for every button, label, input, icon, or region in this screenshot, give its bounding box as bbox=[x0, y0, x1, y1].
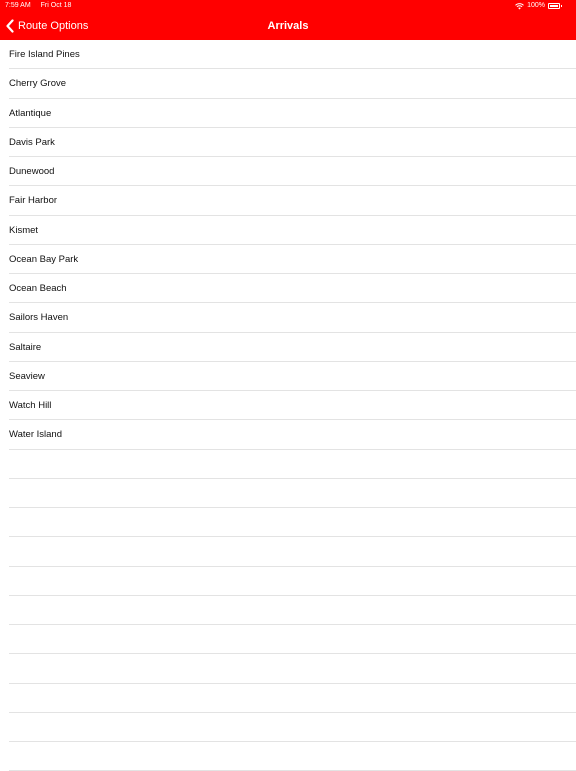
empty-row bbox=[0, 742, 576, 771]
list-item[interactable]: Ocean Bay Park bbox=[0, 245, 576, 275]
status-left: 7:59 AM Fri Oct 18 bbox=[5, 0, 79, 12]
list-item[interactable]: Ocean Beach bbox=[0, 274, 576, 304]
list-item[interactable]: Atlantique bbox=[0, 99, 576, 129]
list-item[interactable]: Saltaire bbox=[0, 333, 576, 363]
empty-row bbox=[0, 596, 576, 626]
battery-fill bbox=[550, 5, 558, 7]
list-item[interactable]: Davis Park bbox=[0, 128, 576, 158]
list-item[interactable]: Seaview bbox=[0, 362, 576, 392]
list-item[interactable]: Watch Hill bbox=[0, 391, 576, 421]
empty-row bbox=[0, 625, 576, 655]
empty-row bbox=[0, 654, 576, 684]
page-title: Arrivals bbox=[267, 20, 309, 32]
status-bar: 7:59 AM Fri Oct 18 100% bbox=[0, 0, 576, 12]
empty-row bbox=[0, 713, 576, 743]
status-right: 100% bbox=[515, 0, 562, 12]
empty-row bbox=[0, 567, 576, 597]
status-time: 7:59 AM bbox=[5, 2, 31, 9]
list-item[interactable]: Water Island bbox=[0, 420, 576, 450]
list-item[interactable]: Fire Island Pines bbox=[0, 40, 576, 70]
arrivals-list: Fire Island Pines Cherry Grove Atlantique D… bbox=[0, 40, 576, 771]
empty-row bbox=[0, 508, 576, 538]
list-item[interactable]: Kismet bbox=[0, 216, 576, 246]
battery-icon bbox=[548, 3, 562, 9]
status-date: Fri Oct 18 bbox=[40, 2, 72, 9]
list-item[interactable]: Cherry Grove bbox=[0, 69, 576, 99]
empty-row bbox=[0, 684, 576, 714]
empty-row bbox=[0, 450, 576, 480]
empty-row bbox=[0, 479, 576, 509]
wifi-icon bbox=[515, 2, 524, 9]
list-item[interactable]: Dunewood bbox=[0, 157, 576, 187]
navigation-bar: 7:59 AM Fri Oct 18 100% Route Options Ar… bbox=[0, 0, 576, 40]
list-item[interactable]: Sailors Haven bbox=[0, 303, 576, 333]
empty-row bbox=[0, 537, 576, 567]
battery-percent: 100% bbox=[527, 2, 545, 9]
list-item[interactable]: Fair Harbor bbox=[0, 186, 576, 216]
